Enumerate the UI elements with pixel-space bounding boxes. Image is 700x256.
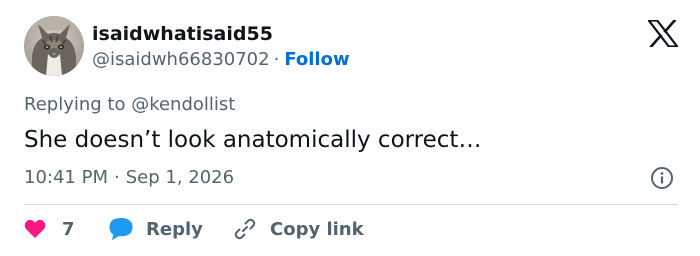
link-icon: [234, 218, 256, 240]
tweet-date: Sep 1, 2026: [125, 167, 235, 188]
x-logo-icon[interactable]: [646, 18, 680, 49]
author-handle-line: @isaidwh66830702 · Follow: [92, 48, 350, 72]
timestamp-separator: ·: [113, 167, 120, 188]
cat-avatar-image: [24, 16, 84, 76]
copy-link-label: Copy link: [270, 218, 364, 240]
heart-icon: [24, 219, 46, 238]
info-icon[interactable]: [650, 166, 674, 190]
tweet-text: She doesn’t look anatomically correct…: [24, 127, 482, 153]
replying-to[interactable]: Replying to @kendollist: [24, 93, 235, 117]
reply-label: Reply: [146, 218, 203, 240]
reply-button[interactable]: Reply: [108, 214, 203, 244]
handle-separator: ·: [273, 49, 280, 70]
tweet-timestamp[interactable]: 10:41 PM · Sep 1, 2026: [24, 166, 234, 190]
follow-button[interactable]: Follow: [284, 49, 349, 70]
like-count: 7: [62, 218, 75, 240]
divider: [24, 204, 678, 205]
author-display-name[interactable]: isaidwhatisaid55: [92, 22, 273, 46]
reply-bubble-icon: [109, 218, 133, 241]
like-button[interactable]: 7: [24, 214, 75, 244]
author-handle[interactable]: @isaidwh66830702: [92, 49, 270, 70]
action-bar: 7 Reply Copy link: [24, 214, 684, 244]
copy-link-button[interactable]: Copy link: [232, 214, 364, 244]
avatar[interactable]: [24, 16, 84, 76]
tweet-time: 10:41 PM: [24, 167, 108, 188]
